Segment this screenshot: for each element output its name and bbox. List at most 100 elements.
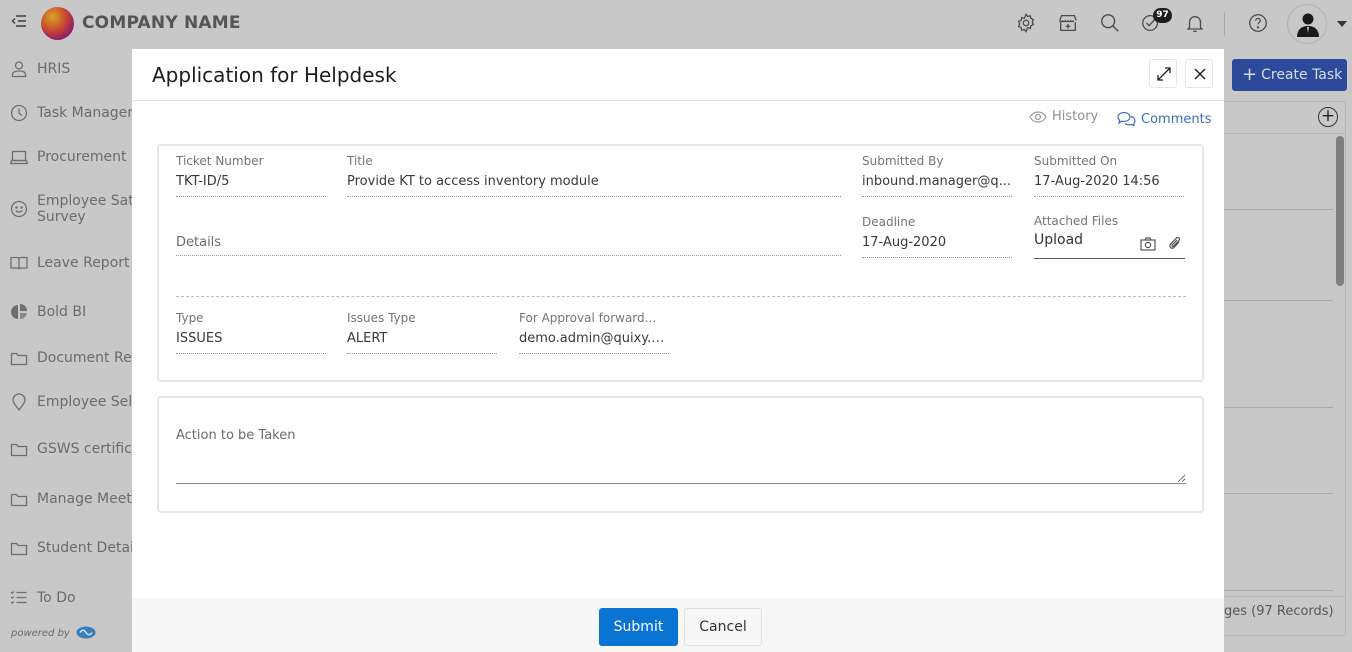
row-divider xyxy=(1224,590,1333,591)
field-label: Title xyxy=(347,154,373,168)
user-avatar-icon xyxy=(1297,13,1319,37)
field-label: Issues Type xyxy=(347,311,416,325)
field-label: Submitted By xyxy=(862,154,944,168)
field-label: Details xyxy=(176,235,222,250)
sidebar-item-document-repository[interactable]: Document Repository xyxy=(0,349,132,379)
field-value: Provide KT to access inventory module xyxy=(347,174,599,189)
field-underline xyxy=(862,257,1012,258)
bell-icon[interactable] xyxy=(1184,12,1206,34)
powered-by-text: powered by xyxy=(11,628,70,639)
row-divider xyxy=(1224,209,1333,210)
field-label: Ticket Number xyxy=(176,154,264,168)
helpdesk-application-dialog: Application for Helpdesk History Comment… xyxy=(132,49,1224,652)
sidebar-item-to-do[interactable]: To Do xyxy=(0,589,132,619)
settings-icon[interactable] xyxy=(1015,12,1037,34)
sidebar-item-label: To Do xyxy=(37,590,76,606)
field-value: inbound.manager@q... xyxy=(862,174,1011,189)
add-circle-icon[interactable]: + xyxy=(1318,107,1338,127)
close-button[interactable] xyxy=(1185,59,1213,88)
submitted-by-field: Submitted By inbound.manager@q... xyxy=(862,154,1012,197)
action-to-be-taken-input[interactable] xyxy=(176,450,1186,484)
folder-icon xyxy=(10,350,28,368)
paperclip-icon[interactable] xyxy=(1168,236,1182,255)
deadline-field: Deadline 17-Aug-2020 xyxy=(862,215,1012,258)
ticket-number-field: Ticket Number TKT-ID/5 xyxy=(176,154,326,197)
field-underline xyxy=(519,353,669,354)
field-value: ISSUES xyxy=(176,331,223,346)
cancel-button[interactable]: Cancel xyxy=(684,608,762,646)
submit-button[interactable]: Submit xyxy=(599,608,678,646)
sidebar-item-manage-meetings[interactable]: Manage Meetings xyxy=(0,490,132,520)
user-menu-caret-icon[interactable] xyxy=(1337,21,1347,27)
comments-link[interactable]: Comments xyxy=(1117,111,1211,127)
expand-icon xyxy=(1157,67,1171,81)
create-task-button[interactable]: + Create Task xyxy=(1232,59,1347,91)
sidebar-item-student-details[interactable]: Student Details xyxy=(0,539,132,569)
sidebar-item-label: GSWS certificates xyxy=(37,441,132,457)
field-value: TKT-ID/5 xyxy=(176,174,230,189)
sidebar-item-label: Student Details xyxy=(37,540,132,556)
checklist-icon xyxy=(10,589,28,607)
attached-files-field[interactable]: Attached Files Upload xyxy=(1034,214,1186,262)
sidebar-item-bold-bi[interactable]: Bold BI xyxy=(0,303,132,333)
help-icon[interactable] xyxy=(1247,12,1269,34)
sidebar-item-employee-satisfaction-survey[interactable]: Employee Satisfaction Survey xyxy=(0,192,132,228)
sidebar-item-label: Employee Satisfaction xyxy=(37,193,132,209)
field-value: 17-Aug-2020 xyxy=(862,235,947,250)
field-value: ALERT xyxy=(347,331,388,346)
upload-underline xyxy=(1034,258,1185,259)
field-value: 17-Aug-2020 14:56 xyxy=(1034,174,1160,189)
book-icon xyxy=(10,254,28,272)
folder-icon xyxy=(10,441,28,459)
field-label: Submitted On xyxy=(1034,154,1118,168)
menu-toggle-icon[interactable] xyxy=(11,13,27,29)
field-value: demo.admin@quixy.c... xyxy=(519,331,669,346)
background-scrollbar[interactable] xyxy=(1336,136,1344,286)
sidebar-item-label: Document Repository xyxy=(37,350,132,366)
type-field: Type ISSUES xyxy=(176,311,326,354)
ticket-details-card: Ticket Number TKT-ID/5 Title Provide KT … xyxy=(157,144,1204,382)
field-underline xyxy=(176,255,841,256)
row-divider xyxy=(1224,493,1333,494)
sidebar-item-label: Leave Report xyxy=(37,255,130,271)
sidebar-item-task-management[interactable]: Task Management xyxy=(0,104,132,134)
submitted-on-field: Submitted On 17-Aug-2020 14:56 xyxy=(1034,154,1184,197)
field-underline xyxy=(347,353,497,354)
upload-label[interactable]: Upload xyxy=(1034,232,1186,248)
expand-button[interactable] xyxy=(1149,59,1177,88)
row-divider xyxy=(1224,300,1333,301)
dialog-footer: Submit Cancel xyxy=(132,598,1224,652)
sidebar-item-hris[interactable]: HRIS xyxy=(0,60,132,90)
sidebar-item-gsws-certificates[interactable]: GSWS certificates xyxy=(0,440,132,470)
background-task-panel xyxy=(1224,101,1346,636)
row-divider xyxy=(1224,407,1333,408)
field-underline xyxy=(862,196,1012,197)
eye-icon xyxy=(1029,111,1047,123)
store-icon[interactable] xyxy=(1057,12,1079,34)
field-underline xyxy=(1034,196,1184,197)
dialog-header: Application for Helpdesk xyxy=(132,49,1224,101)
issues-type-field: Issues Type ALERT xyxy=(347,311,497,354)
sidebar-item-label-line2: Survey xyxy=(37,209,86,225)
company-logo xyxy=(41,7,74,40)
title-field: Title Provide KT to access inventory mod… xyxy=(347,154,841,197)
user-avatar[interactable] xyxy=(1287,4,1327,44)
folder-icon xyxy=(10,491,28,509)
sidebar-item-procurement[interactable]: Procurement xyxy=(0,148,132,178)
dialog-title: Application for Helpdesk xyxy=(152,63,397,87)
camera-icon[interactable] xyxy=(1140,236,1156,255)
header-divider xyxy=(1224,12,1225,36)
sidebar-item-leave-report[interactable]: Leave Report xyxy=(0,254,132,284)
field-label: Deadline xyxy=(862,215,916,229)
sidebar-item-label: HRIS xyxy=(37,61,71,77)
laptop-icon xyxy=(9,148,29,166)
history-label: History xyxy=(1052,109,1099,124)
comments-label: Comments xyxy=(1141,112,1212,127)
details-field[interactable]: Details xyxy=(176,235,841,256)
create-task-label: Create Task xyxy=(1261,67,1343,83)
history-link[interactable]: History xyxy=(1029,109,1098,124)
sidebar-item-label: Task Management xyxy=(37,105,132,121)
smiley-icon xyxy=(10,200,28,218)
search-icon[interactable] xyxy=(1099,12,1121,34)
sidebar-item-employee-self-service[interactable]: Employee Self Service xyxy=(0,393,132,423)
